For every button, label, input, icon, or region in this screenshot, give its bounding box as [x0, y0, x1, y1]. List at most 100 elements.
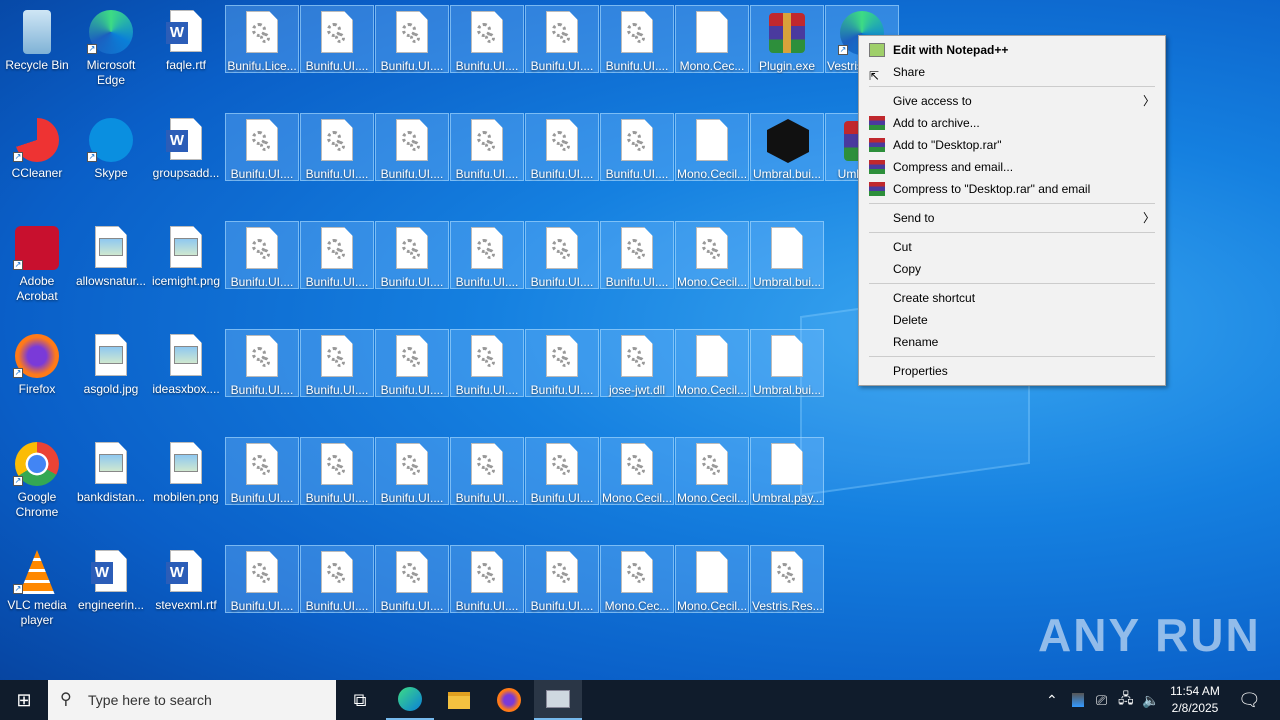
desktop-icon[interactable]: jose-jwt.dll — [600, 329, 674, 397]
recycle-bin-icon — [13, 8, 61, 56]
taskbar-firefox[interactable] — [485, 680, 533, 720]
desktop-icon[interactable]: Bunifu.UI.... — [300, 329, 374, 397]
desktop-icon[interactable]: Mono.Cec... — [675, 5, 749, 73]
desktop-icon[interactable]: Bunifu.UI.... — [600, 113, 674, 181]
desktop-icon[interactable]: asgold.jpg — [74, 329, 148, 397]
desktop-icon[interactable]: Wfaqle.rtf — [149, 5, 223, 73]
taskbar-app[interactable] — [534, 680, 582, 720]
volume-icon[interactable]: 🔈 — [1142, 680, 1159, 720]
desktop-icon[interactable]: Bunifu.UI.... — [225, 545, 299, 613]
desktop-icon[interactable]: Bunifu.UI.... — [375, 437, 449, 505]
desktop-icon[interactable]: Wstevexml.rtf — [149, 545, 223, 613]
desktop-icon[interactable]: Bunifu.UI.... — [300, 221, 374, 289]
desktop-icon[interactable]: Recycle Bin — [0, 5, 74, 73]
start-button[interactable]: ⊞ — [0, 680, 48, 720]
menu-edit-notepad[interactable]: Edit with Notepad++ — [859, 39, 1165, 61]
desktop-icon[interactable]: Bunifu.UI.... — [525, 437, 599, 505]
desktop-icon[interactable]: ↗ Firefox — [0, 329, 74, 397]
desktop-icon[interactable]: allowsnatur... — [74, 221, 148, 289]
menu-copy[interactable]: Copy — [859, 258, 1165, 280]
desktop-icon[interactable]: ideasxbox.... — [149, 329, 223, 397]
desktop-icon[interactable]: Umbral.bui... — [750, 329, 824, 397]
desktop-icon[interactable]: Bunifu.UI.... — [600, 5, 674, 73]
menu-send-to[interactable]: Send to 〉 — [859, 207, 1165, 229]
desktop-icon[interactable]: Bunifu.UI.... — [300, 5, 374, 73]
desktop-icon[interactable]: ↗ CCleaner — [0, 113, 74, 181]
desktop-icon[interactable]: Bunifu.UI.... — [375, 329, 449, 397]
desktop-icon[interactable]: Bunifu.UI.... — [525, 329, 599, 397]
menu-rename[interactable]: Rename — [859, 331, 1165, 353]
desktop-icon[interactable]: ↗ VLC media player — [0, 545, 74, 627]
desktop-icon[interactable]: Bunifu.UI.... — [600, 221, 674, 289]
task-view-button[interactable]: ⧉ — [336, 680, 384, 720]
desktop-icon[interactable]: Bunifu.UI.... — [300, 437, 374, 505]
menu-compress-desktop-email[interactable]: Compress to "Desktop.rar" and email — [859, 178, 1165, 200]
desktop-icon[interactable]: ↗ Skype — [74, 113, 148, 181]
menu-properties[interactable]: Properties — [859, 360, 1165, 382]
desktop-icon[interactable]: Bunifu.UI.... — [450, 329, 524, 397]
desktop-icon[interactable]: Plugin.exe — [750, 5, 824, 73]
gear-icon — [388, 9, 436, 57]
desktop-icon[interactable]: Mono.Cecil... — [675, 221, 749, 289]
show-hidden-icons[interactable]: ⌃ — [1046, 680, 1058, 720]
desktop-icon[interactable]: Umbral.bui... — [750, 221, 824, 289]
desktop-icon-label: Mono.Cecil... — [677, 383, 748, 397]
desktop-icon[interactable]: Bunifu.UI.... — [375, 113, 449, 181]
desktop-icon[interactable]: Bunifu.Lice... — [225, 5, 299, 73]
desktop-icon[interactable]: Vestris.Res... — [750, 545, 824, 613]
desktop-icon[interactable]: Mono.Cecil... — [675, 437, 749, 505]
desktop-icon[interactable]: Bunifu.UI.... — [375, 221, 449, 289]
clock[interactable]: 11:54 AM 2/8/2025 — [1160, 683, 1230, 717]
desktop-icon[interactable]: Bunifu.UI.... — [225, 329, 299, 397]
network-icon[interactable]: 🖧 — [1118, 680, 1134, 720]
desktop-icon[interactable]: ↗ Google Chrome — [0, 437, 74, 519]
desktop-icon[interactable]: Bunifu.UI.... — [525, 221, 599, 289]
desktop-icon[interactable]: ↗ Microsoft Edge — [74, 5, 148, 87]
menu-share[interactable]: ⇱ Share — [859, 61, 1165, 83]
desktop-icon[interactable]: ↗ Adobe Acrobat — [0, 221, 74, 303]
desktop-icon[interactable]: Bunifu.UI.... — [300, 545, 374, 613]
desktop-icon[interactable]: Wgroupsadd... — [149, 113, 223, 181]
desktop-icon[interactable]: Bunifu.UI.... — [450, 5, 524, 73]
desktop-icon[interactable]: Bunifu.UI.... — [450, 221, 524, 289]
desktop-icon-label: Bunifu.Lice... — [227, 59, 297, 73]
desktop-icon[interactable]: Mono.Cecil... — [675, 329, 749, 397]
desktop-icon[interactable]: Bunifu.UI.... — [450, 437, 524, 505]
desktop-icon[interactable]: Bunifu.UI.... — [450, 545, 524, 613]
meet-now-icon[interactable]: ⎚ — [1096, 680, 1107, 720]
desktop-icon[interactable]: mobilen.png — [149, 437, 223, 505]
menu-delete[interactable]: Delete — [859, 309, 1165, 331]
menu-cut[interactable]: Cut — [859, 236, 1165, 258]
desktop-icon[interactable]: Bunifu.UI.... — [375, 5, 449, 73]
desktop-icon[interactable]: Bunifu.UI.... — [225, 113, 299, 181]
taskbar-file-explorer[interactable] — [435, 680, 483, 720]
desktop-icon[interactable]: Bunifu.UI.... — [375, 545, 449, 613]
menu-create-shortcut[interactable]: Create shortcut — [859, 287, 1165, 309]
gear-icon — [463, 549, 511, 597]
desktop-icon[interactable]: Bunifu.UI.... — [525, 545, 599, 613]
desktop-icon[interactable]: Wengineerin... — [74, 545, 148, 613]
desktop-icon[interactable]: Mono.Cecil... — [675, 545, 749, 613]
menu-add-desktop-rar[interactable]: Add to "Desktop.rar" — [859, 134, 1165, 156]
desktop-icon[interactable]: Bunifu.UI.... — [225, 437, 299, 505]
desktop-icon[interactable]: bankdistan... — [74, 437, 148, 505]
desktop-icon[interactable]: Bunifu.UI.... — [300, 113, 374, 181]
desktop-icon[interactable]: Bunifu.UI.... — [450, 113, 524, 181]
menu-compress-email[interactable]: Compress and email... — [859, 156, 1165, 178]
desktop-icon[interactable]: Bunifu.UI.... — [525, 113, 599, 181]
tray-app-icon[interactable] — [1072, 680, 1084, 720]
menu-give-access[interactable]: Give access to 〉 — [859, 90, 1165, 112]
word-icon: W — [162, 116, 210, 164]
taskbar-edge[interactable] — [386, 680, 434, 720]
menu-add-archive[interactable]: Add to archive... — [859, 112, 1165, 134]
search-box[interactable]: ⚲ Type here to search — [48, 680, 336, 720]
desktop-icon[interactable]: Mono.Cecil... — [675, 113, 749, 181]
desktop-icon[interactable]: Bunifu.UI.... — [225, 221, 299, 289]
desktop-icon[interactable]: icemight.png — [149, 221, 223, 289]
desktop-icon[interactable]: Mono.Cecil... — [600, 437, 674, 505]
desktop-icon[interactable]: Umbral.pay... — [750, 437, 824, 505]
desktop-icon[interactable]: Mono.Cec... — [600, 545, 674, 613]
desktop-icon[interactable]: Umbral.bui... — [750, 113, 824, 181]
notifications-icon[interactable]: 🗨 — [1238, 680, 1261, 720]
desktop-icon[interactable]: Bunifu.UI.... — [525, 5, 599, 73]
